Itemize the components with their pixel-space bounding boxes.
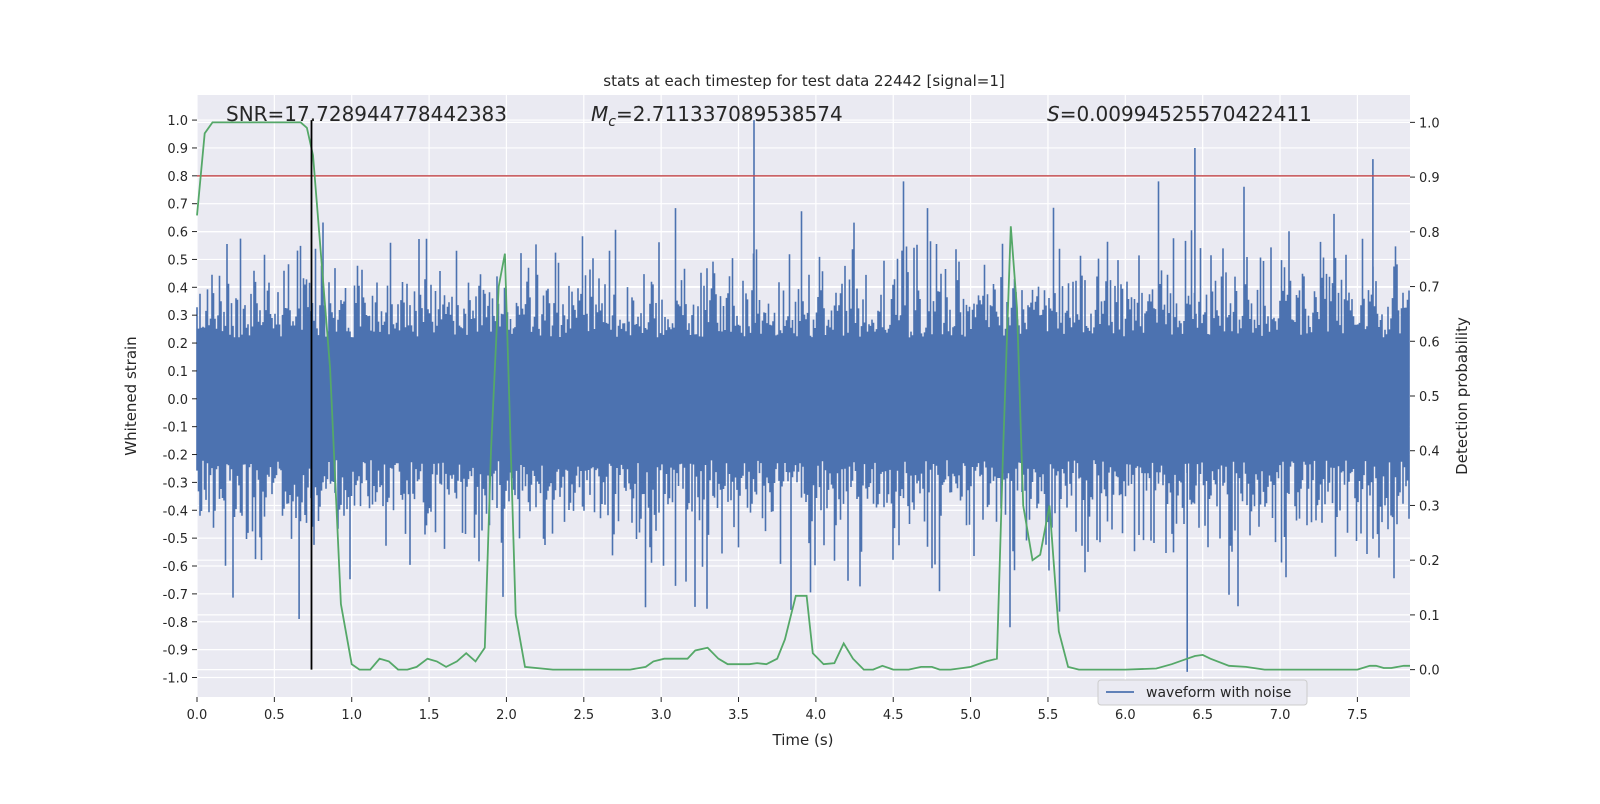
x-tick-label: 5.5 <box>1038 708 1059 723</box>
x-tick-label: 6.5 <box>1192 708 1213 723</box>
y-axis-ticks: 1.0 0.9 0.8 0.7 0.6 0.5 0.4 0.3 0.2 0.1 0.0 -0.1 -0.… <box>163 114 197 686</box>
y-tick-label: 0.0 <box>167 393 188 408</box>
figure: stats at each timestep for test data 224… <box>0 0 1600 800</box>
y-right-tick-label: 0.9 <box>1419 171 1440 186</box>
x-tick-label: 2.0 <box>496 708 517 723</box>
s-value: =0.00994525570422411 <box>1060 102 1312 126</box>
x-tick-label: 1.0 <box>341 708 362 723</box>
x-tick-label: 3.0 <box>651 708 672 723</box>
x-tick-label: 4.5 <box>883 708 904 723</box>
y-right-tick-label: 0.0 <box>1419 664 1440 679</box>
x-tick-label: 7.5 <box>1347 708 1368 723</box>
x-tick-label: 5.0 <box>960 708 981 723</box>
mc-symbol: M <box>591 102 608 126</box>
s-symbol: S <box>1047 102 1060 126</box>
chart: stats at each timestep for test data 224… <box>122 72 1471 749</box>
y-right-tick-label: 0.4 <box>1419 445 1440 460</box>
y-tick-label: 0.7 <box>167 198 188 213</box>
x-tick-label: 2.5 <box>573 708 594 723</box>
y-axis-label: Whitened strain <box>122 336 140 455</box>
y-tick-label: -0.1 <box>163 421 188 436</box>
x-tick-label: 3.5 <box>728 708 749 723</box>
legend-label: waveform with noise <box>1146 685 1291 701</box>
y-tick-label: -0.3 <box>163 476 188 491</box>
y-tick-label: -0.2 <box>163 449 188 464</box>
y-tick-label: -1.0 <box>163 671 188 686</box>
y-axis-right-ticks: 1.0 0.9 0.8 0.7 0.6 0.5 0.4 0.3 0.2 0.1 0.0 <box>1410 116 1440 679</box>
y-right-tick-label: 0.6 <box>1419 335 1440 350</box>
y-tick-label: -0.9 <box>163 644 188 659</box>
y-right-tick-label: 0.3 <box>1419 499 1440 514</box>
mc-value: =2.711337089538574 <box>616 102 843 126</box>
y-right-tick-label: 0.5 <box>1419 390 1440 405</box>
y-right-tick-label: 0.8 <box>1419 226 1440 241</box>
y-tick-label: 0.6 <box>167 226 188 241</box>
y-tick-label: 0.1 <box>167 365 188 380</box>
x-tick-label: 1.5 <box>419 708 440 723</box>
y-tick-label: -0.5 <box>163 532 188 547</box>
x-tick-label: 0.0 <box>187 708 208 723</box>
y-tick-label: -0.8 <box>163 616 188 631</box>
y-tick-label: 0.9 <box>167 142 188 157</box>
s-annotation: S=0.00994525570422411 <box>1047 102 1312 126</box>
x-tick-label: 7.0 <box>1270 708 1291 723</box>
snr-annotation: SNR=17.728944778442383 <box>226 102 507 126</box>
y-tick-label: -0.4 <box>163 504 188 519</box>
x-tick-label: 6.0 <box>1115 708 1136 723</box>
y-tick-label: -0.6 <box>163 560 188 575</box>
x-tick-label: 0.5 <box>264 708 285 723</box>
y-right-tick-label: 0.7 <box>1419 281 1440 296</box>
y-axis-right-label: Detection probability <box>1453 317 1471 475</box>
y-tick-label: 0.2 <box>167 337 188 352</box>
y-tick-label: 0.3 <box>167 309 188 324</box>
y-tick-label: 0.8 <box>167 170 188 185</box>
x-axis-label: Time (s) <box>772 731 834 749</box>
y-tick-label: 0.4 <box>167 281 188 296</box>
y-tick-label: 1.0 <box>167 114 188 129</box>
legend: waveform with noise <box>1097 679 1308 706</box>
y-tick-label: -0.7 <box>163 588 188 603</box>
chart-title: stats at each timestep for test data 224… <box>603 72 1004 90</box>
x-tick-label: 4.0 <box>806 708 827 723</box>
chirp-mass-annotation: Mc=2.711337089538574 <box>591 102 843 130</box>
y-tick-label: 0.5 <box>167 253 188 268</box>
y-right-tick-label: 1.0 <box>1419 116 1440 131</box>
y-right-tick-label: 0.1 <box>1419 609 1440 624</box>
y-right-tick-label: 0.2 <box>1419 554 1440 569</box>
